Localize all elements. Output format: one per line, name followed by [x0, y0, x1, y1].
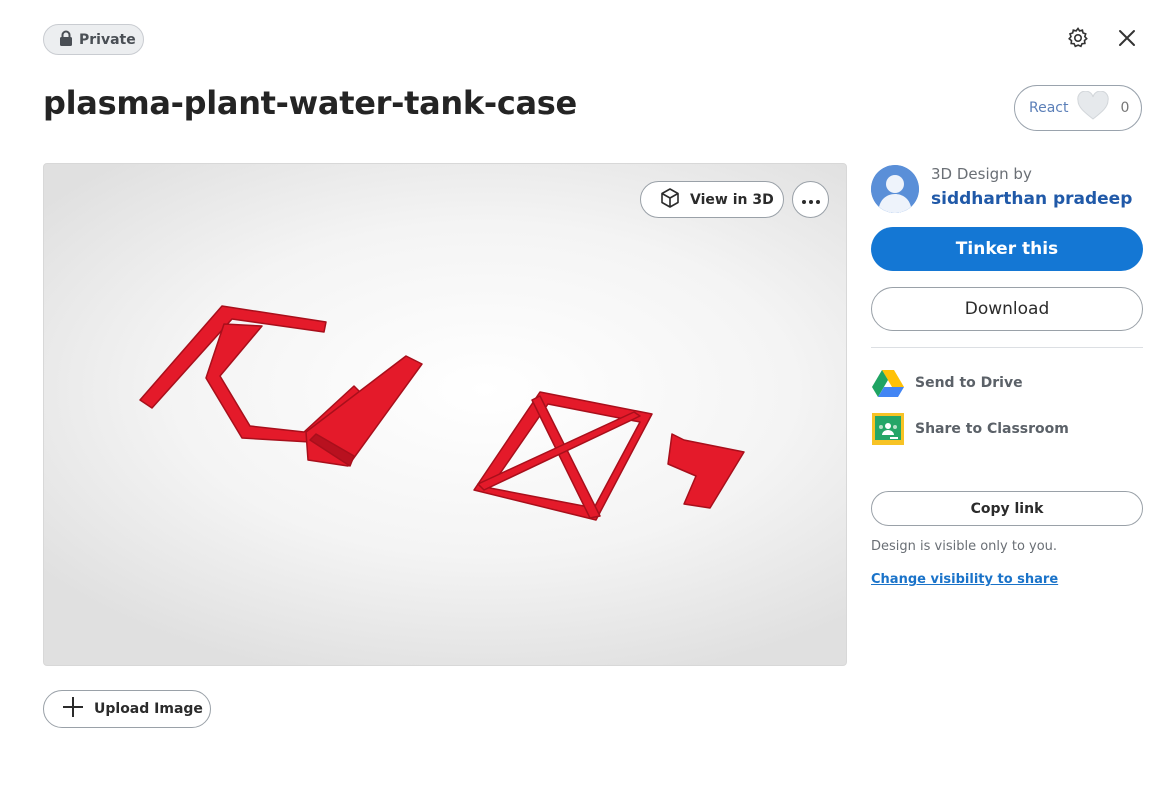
upload-image-button[interactable]: Upload Image — [43, 690, 211, 728]
lock-icon — [59, 30, 73, 50]
avatar[interactable] — [871, 165, 919, 213]
more-icon — [801, 190, 821, 209]
change-visibility-link[interactable]: Change visibility to share — [871, 572, 1058, 587]
send-to-drive-button[interactable]: Send to Drive — [871, 366, 1023, 400]
settings-button[interactable] — [1063, 25, 1093, 55]
heart-icon — [1076, 90, 1110, 125]
avatar-icon — [871, 165, 919, 213]
more-options-button[interactable] — [792, 181, 829, 218]
react-label: React — [1029, 100, 1069, 116]
react-count: 0 — [1120, 100, 1130, 116]
download-button[interactable]: Download — [871, 287, 1143, 331]
copy-link-button[interactable]: Copy link — [871, 491, 1143, 526]
visibility-note: Design is visible only to you. — [871, 539, 1058, 554]
share-to-classroom-button[interactable]: Share to Classroom — [871, 412, 1069, 446]
upload-image-label: Upload Image — [94, 701, 203, 717]
designer-label: 3D Design by — [931, 165, 1032, 183]
google-drive-icon — [871, 366, 905, 400]
close-button[interactable] — [1112, 25, 1142, 55]
send-to-drive-label: Send to Drive — [915, 375, 1023, 391]
google-classroom-icon — [871, 412, 905, 446]
share-to-classroom-label: Share to Classroom — [915, 421, 1069, 437]
gear-icon — [1066, 26, 1090, 54]
privacy-badge[interactable]: Private — [43, 24, 144, 55]
tinker-this-button[interactable]: Tinker this — [871, 227, 1143, 271]
author-link[interactable]: siddharthan pradeep — [931, 189, 1132, 209]
privacy-label: Private — [79, 31, 136, 48]
model-render — [139, 305, 745, 521]
design-preview[interactable] — [43, 163, 847, 666]
cube-icon — [659, 187, 681, 213]
view-in-3d-button[interactable]: View in 3D — [640, 181, 784, 218]
close-icon — [1117, 28, 1137, 52]
page-title: plasma-plant-water-tank-case — [43, 84, 577, 122]
react-button[interactable]: React 0 — [1014, 85, 1142, 131]
divider — [871, 347, 1143, 348]
plus-icon — [62, 696, 84, 722]
view-in-3d-label: View in 3D — [690, 191, 774, 208]
